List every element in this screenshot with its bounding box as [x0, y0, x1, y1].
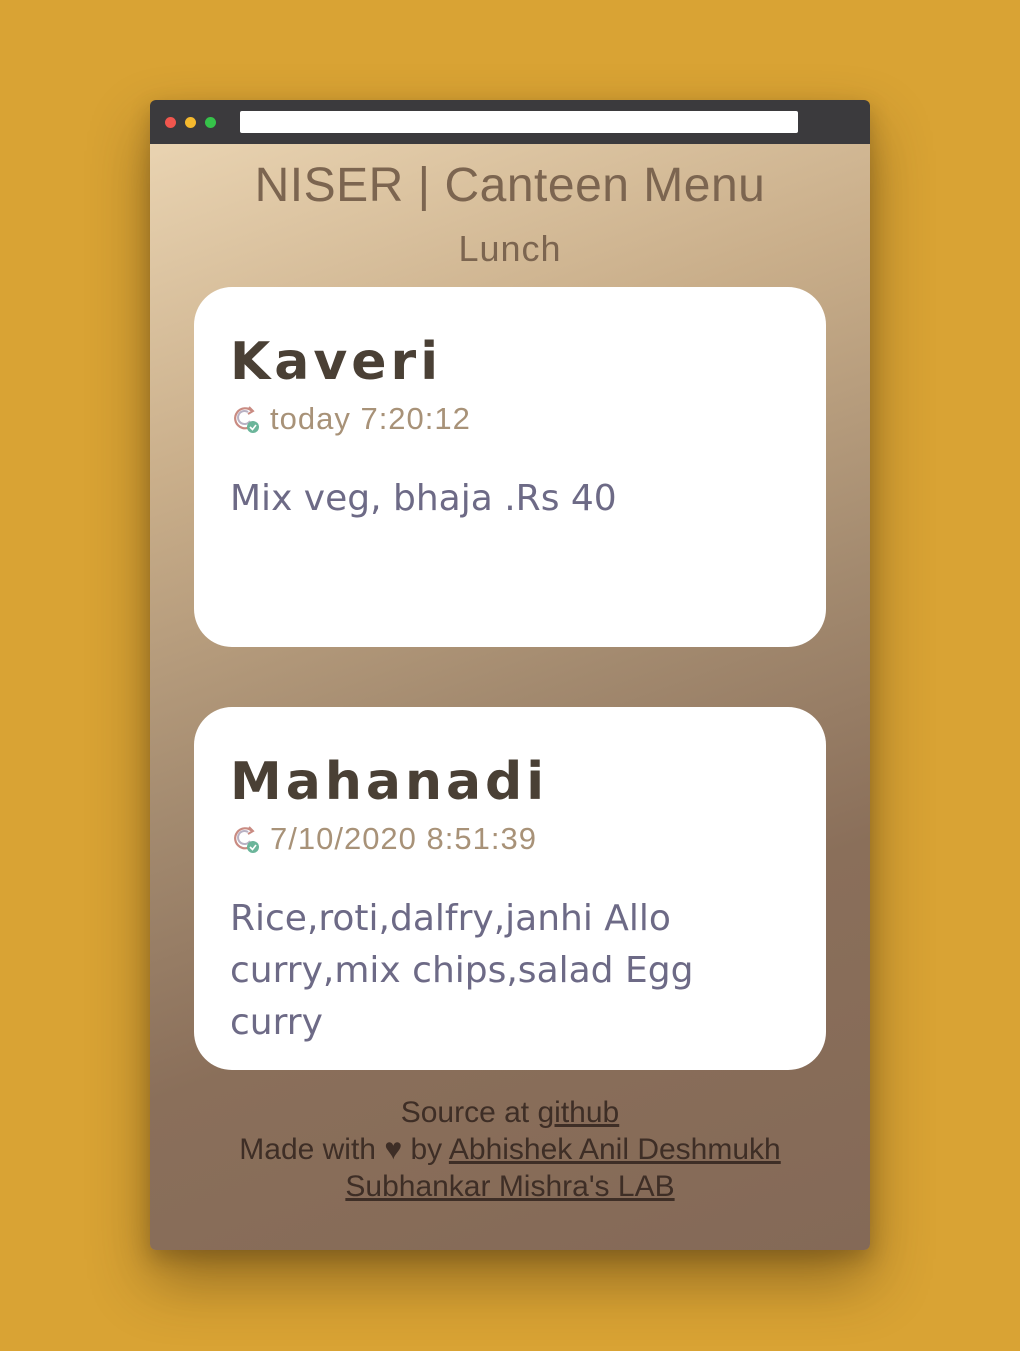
page-title: NISER | Canteen Menu — [254, 159, 766, 212]
github-link[interactable]: github — [538, 1096, 620, 1129]
page-content: NISER | Canteen Menu Lunch Kaveri today … — [150, 144, 870, 1250]
update-timestamp: today 7:20:12 — [230, 401, 471, 437]
sync-check-icon — [230, 404, 260, 434]
canteen-card-mahanadi: Mahanadi 7/10/2020 8:51:39 Rice,roti,dal… — [194, 707, 826, 1070]
menu-items: Rice,roti,dalfry,janhi Allo curry,mix ch… — [230, 898, 694, 1043]
maximize-window-button[interactable] — [205, 117, 216, 128]
minimize-window-button[interactable] — [185, 117, 196, 128]
lab-link[interactable]: Subhankar Mishra's LAB — [345, 1170, 674, 1203]
browser-window: NISER | Canteen Menu Lunch Kaveri today … — [150, 100, 870, 1250]
canteen-name: Kaveri — [230, 332, 443, 392]
canteen-card-kaveri: Kaveri today 7:20:12 Mix veg, bhaja .Rs … — [194, 287, 826, 647]
made-with-text: Made with — [239, 1133, 376, 1166]
author-link[interactable]: Abhishek Anil Deshmukh — [449, 1133, 781, 1166]
window-titlebar — [150, 100, 870, 144]
lab-line: Subhankar Mishra's LAB — [150, 1168, 870, 1205]
credits-line: Made with ♥ by Abhishek Anil Deshmukh — [150, 1131, 870, 1168]
source-line: Source at github — [150, 1094, 870, 1131]
heart-icon: ♥ — [384, 1133, 403, 1166]
sync-check-icon — [230, 824, 260, 854]
timestamp-text: today 7:20:12 — [270, 401, 471, 436]
footer: Source at github Made with ♥ by Abhishek… — [150, 1094, 870, 1205]
source-prefix: Source at — [400, 1096, 530, 1129]
canteen-name: Mahanadi — [230, 752, 549, 812]
menu-items: Mix veg, bhaja .Rs 40 — [230, 478, 617, 519]
address-bar[interactable] — [240, 111, 798, 133]
by-text: by — [410, 1133, 443, 1166]
timestamp-text: 7/10/2020 8:51:39 — [270, 821, 537, 856]
close-window-button[interactable] — [165, 117, 176, 128]
meal-label: Lunch — [458, 228, 562, 269]
update-timestamp: 7/10/2020 8:51:39 — [230, 821, 537, 857]
